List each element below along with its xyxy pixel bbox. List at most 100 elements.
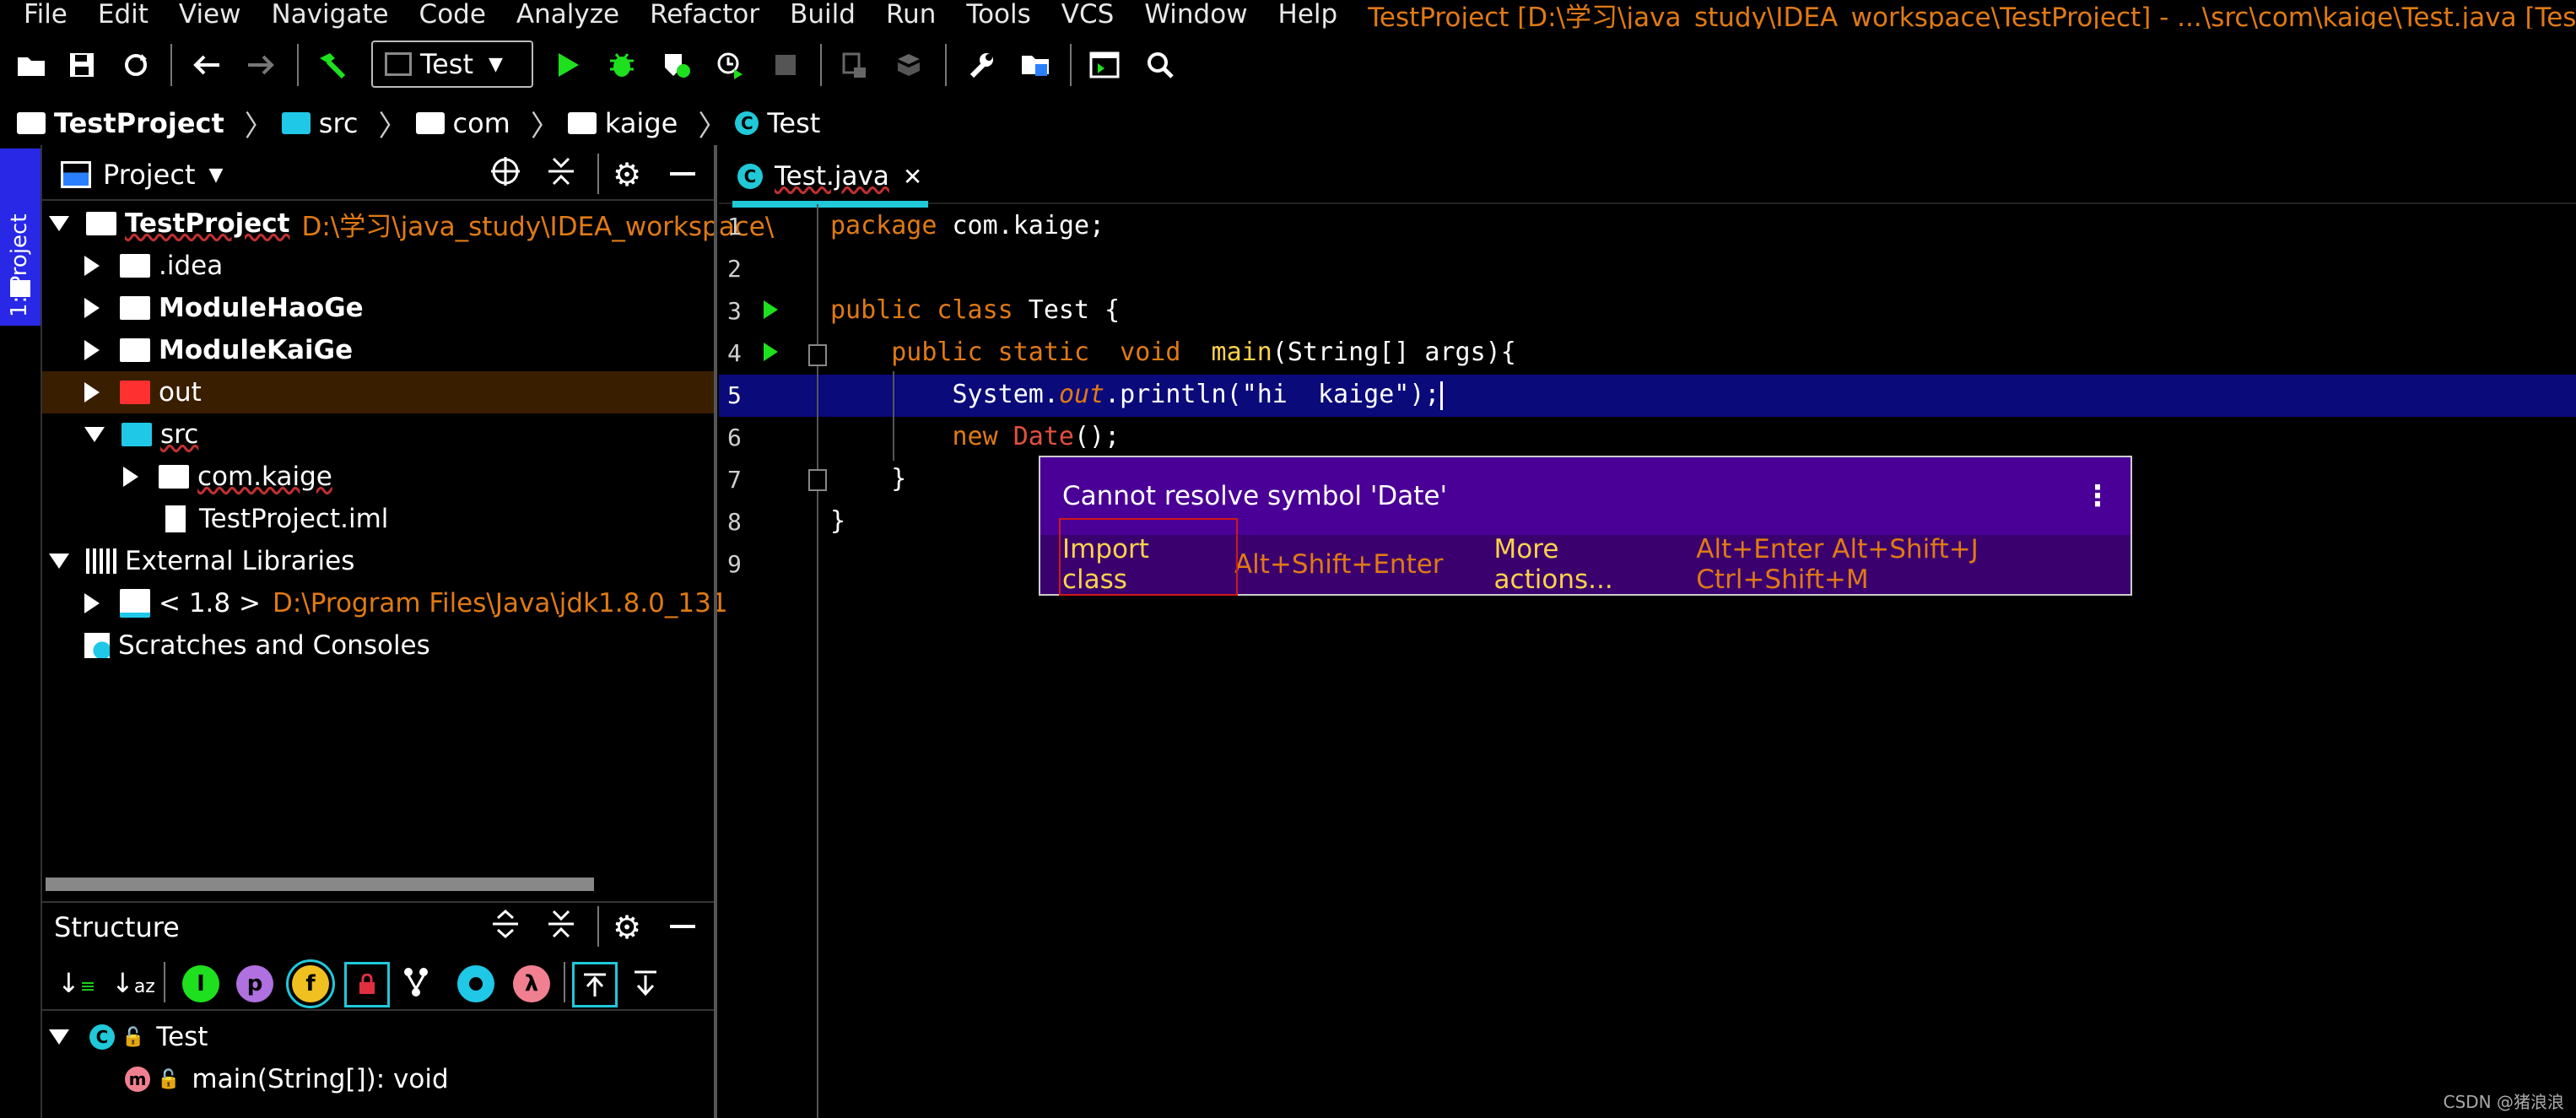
autoscroll-to-source-icon[interactable] xyxy=(572,962,618,1007)
coverage-report-icon[interactable] xyxy=(889,46,928,84)
run-main-gutter-icon[interactable] xyxy=(764,343,778,361)
show-properties-icon[interactable]: p xyxy=(236,965,273,1002)
show-lambdas-icon[interactable]: λ xyxy=(513,965,550,1002)
menu-code[interactable]: Code xyxy=(419,0,486,30)
breadcrumb-test[interactable]: C Test xyxy=(735,107,820,139)
code-line-3[interactable]: public class Test { xyxy=(830,295,1120,325)
breadcrumb-com[interactable]: com xyxy=(415,107,510,139)
module-folder-icon xyxy=(120,338,150,362)
menu-edit[interactable]: Edit xyxy=(98,0,149,30)
code-line-4[interactable]: public static void main(String[] args){ xyxy=(830,338,1516,367)
run-icon[interactable] xyxy=(548,46,587,84)
profile-icon[interactable] xyxy=(710,46,749,84)
forward-arrow-icon[interactable] xyxy=(241,46,280,84)
sync-icon[interactable] xyxy=(116,46,155,84)
code-line-5[interactable]: System.out.println("hi kaige"); xyxy=(830,380,1443,410)
coverage-icon[interactable] xyxy=(656,46,695,84)
search-icon[interactable] xyxy=(1141,46,1180,84)
tree-node-out[interactable]: out xyxy=(42,371,714,413)
tree-node-iml[interactable]: TestProject.iml xyxy=(123,498,388,540)
folder-icon xyxy=(10,280,30,297)
tree-node-root[interactable]: TestProject D:\学习\java_study\IDEA_worksp… xyxy=(49,203,774,245)
sort-by-visibility-icon[interactable]: ↓≡ xyxy=(57,967,95,999)
import-class-highlight-box xyxy=(1059,518,1238,596)
menu-analyze[interactable]: Analyze xyxy=(516,0,619,30)
project-view-title[interactable]: Project xyxy=(103,159,195,191)
menu-run[interactable]: Run xyxy=(886,0,936,30)
menu-vcs[interactable]: VCS xyxy=(1061,0,1115,30)
breadcrumb-project[interactable]: TestProject xyxy=(17,107,224,139)
save-icon[interactable] xyxy=(62,46,101,84)
minimize-icon[interactable] xyxy=(670,172,695,176)
tab-test-java[interactable]: C Test.java ✕ xyxy=(732,152,928,208)
package-folder-icon xyxy=(567,112,597,134)
expand-all-icon[interactable] xyxy=(491,908,520,947)
menu-window[interactable]: Window xyxy=(1144,0,1247,30)
collapse-all-icon[interactable] xyxy=(547,155,575,194)
menu-view[interactable]: View xyxy=(179,0,241,30)
more-actions-link[interactable]: More actions... xyxy=(1494,534,1675,595)
build-hammer-icon[interactable] xyxy=(312,46,351,84)
public-lock-icon: 🔓 xyxy=(157,1068,181,1090)
project-tool-window-tab[interactable]: 1: Project xyxy=(0,149,41,326)
settings-wrench-icon[interactable] xyxy=(962,46,1001,84)
stop-icon[interactable] xyxy=(766,46,805,84)
menu-navigate[interactable]: Navigate xyxy=(272,0,389,30)
project-structure-icon[interactable] xyxy=(1016,46,1055,84)
structure-class-node[interactable]: C 🔓 Test xyxy=(49,1016,208,1058)
show-inherited-icon[interactable]: I xyxy=(182,965,219,1002)
open-folder-icon[interactable] xyxy=(12,46,51,84)
run-class-gutter-icon[interactable] xyxy=(764,300,778,319)
java-class-icon: C xyxy=(89,1024,115,1050)
gear-icon[interactable]: ⚙ xyxy=(613,909,641,946)
show-fields-icon[interactable]: f xyxy=(286,959,335,1008)
chevron-right-icon: 〉 xyxy=(378,109,408,143)
tree-node-idea[interactable]: .idea xyxy=(84,245,223,287)
sort-alphabetically-icon[interactable]: ↓az xyxy=(111,967,155,999)
module-folder-icon xyxy=(120,296,150,320)
chevron-down-icon[interactable]: ▼ xyxy=(208,165,223,186)
autoscroll-from-source-icon[interactable] xyxy=(633,969,658,999)
fold-marker-icon[interactable] xyxy=(808,344,827,366)
close-tab-icon[interactable]: ✕ xyxy=(903,163,922,191)
run-config-icon xyxy=(385,52,412,76)
menu-help[interactable]: Help xyxy=(1278,0,1338,30)
attach-debugger-icon[interactable] xyxy=(835,46,874,84)
menu-file[interactable]: File xyxy=(24,0,68,30)
editor-tab-bar xyxy=(719,150,2576,204)
tree-node-src[interactable]: src xyxy=(84,413,198,456)
menu-build[interactable]: Build xyxy=(790,0,856,30)
show-hierarchy-icon[interactable] xyxy=(402,967,430,1001)
minimize-icon[interactable] xyxy=(670,925,695,928)
code-line-6[interactable]: new Date(); xyxy=(830,422,1120,451)
tree-node-jdk[interactable]: < 1.8 > D:\Program Files\Java\jdk1.8.0_1… xyxy=(84,582,728,624)
tree-node-package[interactable]: com.kaige xyxy=(123,456,332,498)
tree-node-scratches[interactable]: Scratches and Consoles xyxy=(84,624,430,667)
back-arrow-icon[interactable] xyxy=(187,46,226,84)
fold-marker-icon[interactable] xyxy=(808,469,827,491)
more-options-icon[interactable]: ⋮ xyxy=(2083,479,2112,513)
menu-tools[interactable]: Tools xyxy=(966,0,1030,30)
line-number: 8 xyxy=(727,508,742,536)
tree-node-external-libraries[interactable]: External Libraries xyxy=(49,540,354,582)
menu-refactor[interactable]: Refactor xyxy=(650,0,759,30)
tree-node-module-haoge[interactable]: ModuleHaoGe xyxy=(84,287,364,329)
code-line-1[interactable]: package com.kaige; xyxy=(830,211,1104,240)
breadcrumb-src[interactable]: src xyxy=(281,107,359,139)
debug-bug-icon[interactable] xyxy=(602,46,641,84)
terminal-icon[interactable] xyxy=(1085,46,1124,84)
show-non-public-icon[interactable] xyxy=(344,962,390,1007)
gear-icon[interactable]: ⚙ xyxy=(613,156,641,193)
line-number: 1 xyxy=(727,213,742,240)
tree-node-module-kaige[interactable]: ModuleKaiGe xyxy=(84,329,353,371)
code-line-8[interactable]: } xyxy=(830,506,845,536)
show-anonymous-icon[interactable] xyxy=(457,965,494,1002)
run-config-selector[interactable]: Test ▼ xyxy=(371,41,533,88)
code-line-7[interactable]: } xyxy=(830,464,906,494)
structure-method-node[interactable]: m 🔓 main(String[]): void xyxy=(125,1058,449,1100)
locate-target-icon[interactable] xyxy=(489,155,521,194)
collapse-all-icon[interactable] xyxy=(547,908,575,947)
panel-divider[interactable] xyxy=(714,145,717,1118)
breadcrumb-kaige[interactable]: kaige xyxy=(567,107,678,139)
project-horizontal-scrollbar[interactable] xyxy=(46,878,594,891)
